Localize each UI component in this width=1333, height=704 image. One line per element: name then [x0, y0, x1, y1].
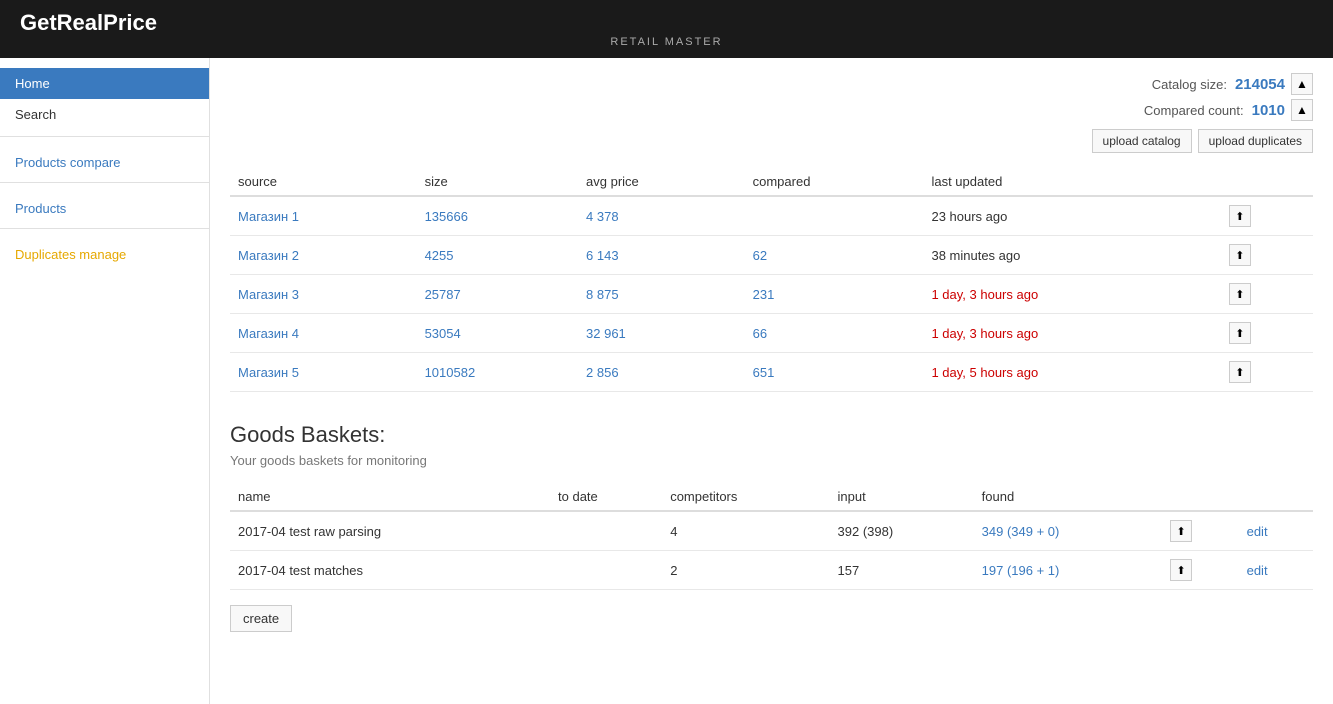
sidebar-item-search[interactable]: Search [0, 99, 209, 130]
basket-found[interactable]: 197 (196 + 1) [974, 551, 1162, 590]
col-avg-price: avg price [578, 168, 745, 196]
sidebar-divider-2 [0, 182, 209, 183]
sidebar-item-duplicates[interactable]: Duplicates manage [0, 235, 209, 268]
sidebar-divider-1 [0, 136, 209, 137]
table-row: Магазин 2 42556 1436238 minutes ago ⬆ [230, 236, 1313, 275]
app-subtitle: RETAIL MASTER [20, 36, 1313, 48]
product-size: 4255 [417, 236, 578, 275]
basket-edit-link[interactable]: edit [1247, 563, 1268, 578]
catalog-size-value: 214054 [1235, 76, 1285, 93]
create-button[interactable]: create [230, 605, 292, 632]
product-source-link[interactable]: Магазин 4 [238, 326, 299, 341]
goods-baskets-table-body: 2017-04 test raw parsing 4392 (398)349 (3… [230, 511, 1313, 590]
product-source-link[interactable]: Магазин 3 [238, 287, 299, 302]
product-upload-icon[interactable]: ⬆ [1229, 244, 1251, 266]
basket-found[interactable]: 349 (349 + 0) [974, 511, 1162, 551]
product-upload-icon[interactable]: ⬆ [1229, 205, 1251, 227]
upload-buttons: upload catalog upload duplicates [1092, 129, 1313, 153]
basket-input: 392 (398) [830, 511, 974, 551]
list-item: 2017-04 test raw parsing 4392 (398)349 (3… [230, 511, 1313, 551]
goods-baskets-title: Goods Baskets: [230, 422, 1313, 448]
basket-competitors: 2 [662, 551, 829, 590]
product-size: 135666 [417, 196, 578, 236]
goods-baskets-subtitle: Your goods baskets for monitoring [230, 453, 1313, 468]
goods-baskets-table-head: name to date competitors input found [230, 483, 1313, 511]
product-last-updated: 23 hours ago [923, 196, 1220, 236]
product-source-link[interactable]: Магазин 2 [238, 248, 299, 263]
product-upload-icon[interactable]: ⬆ [1229, 322, 1251, 344]
products-table-head: source size avg price compared last upda… [230, 168, 1313, 196]
product-last-updated: 1 day, 5 hours ago [923, 353, 1220, 392]
product-source-link[interactable]: Магазин 1 [238, 209, 299, 224]
basket-upload-icon[interactable]: ⬆ [1170, 559, 1192, 581]
col-source: source [230, 168, 417, 196]
goods-baskets-table: name to date competitors input found 201… [230, 483, 1313, 590]
gb-col-action [1162, 483, 1238, 511]
product-last-updated: 38 minutes ago [923, 236, 1220, 275]
product-source-link[interactable]: Магазин 5 [238, 365, 299, 380]
compared-count-row: Compared count: 1010 ▲ [1144, 99, 1313, 121]
gb-col-name: name [230, 483, 550, 511]
product-avg-price: 8 875 [578, 275, 745, 314]
col-size: size [417, 168, 578, 196]
product-last-updated: 1 day, 3 hours ago [923, 275, 1220, 314]
product-size: 53054 [417, 314, 578, 353]
basket-competitors: 4 [662, 511, 829, 551]
gb-col-competitors: competitors [662, 483, 829, 511]
col-action [1221, 168, 1313, 196]
product-last-updated: 1 day, 3 hours ago [923, 314, 1220, 353]
compared-count-label: Compared count: [1144, 103, 1244, 118]
gb-col-edit [1239, 483, 1313, 511]
product-compared: 62 [745, 236, 924, 275]
basket-input: 157 [830, 551, 974, 590]
catalog-size-upload-icon[interactable]: ▲ [1291, 73, 1313, 95]
product-avg-price: 6 143 [578, 236, 745, 275]
sidebar-item-home[interactable]: Home [0, 68, 209, 99]
product-compared: 651 [745, 353, 924, 392]
sidebar-item-products[interactable]: Products [0, 189, 209, 222]
basket-name: 2017-04 test raw parsing [230, 511, 550, 551]
app-header: GetRealPrice RETAIL MASTER [0, 0, 1333, 58]
basket-to-date [550, 551, 662, 590]
col-compared: compared [745, 168, 924, 196]
compared-count-upload-icon[interactable]: ▲ [1291, 99, 1313, 121]
sidebar-divider-3 [0, 228, 209, 229]
products-compare-table: source size avg price compared last upda… [230, 168, 1313, 392]
compared-count-value: 1010 [1252, 102, 1285, 119]
catalog-size-row: Catalog size: 214054 ▲ [1152, 73, 1313, 95]
product-upload-icon[interactable]: ⬆ [1229, 283, 1251, 305]
main-content: Catalog size: 214054 ▲ Compared count: 1… [210, 58, 1333, 704]
product-compared: 231 [745, 275, 924, 314]
products-table-body: Магазин 11356664 37823 hours ago⬆Магазин… [230, 196, 1313, 392]
app-title: GetRealPrice [20, 10, 1313, 36]
upload-duplicates-button[interactable]: upload duplicates [1198, 129, 1313, 153]
basket-name: 2017-04 test matches [230, 551, 550, 590]
product-compared [745, 196, 924, 236]
gb-col-input: input [830, 483, 974, 511]
gb-col-to-date: to date [550, 483, 662, 511]
catalog-size-label: Catalog size: [1152, 77, 1227, 92]
product-avg-price: 4 378 [578, 196, 745, 236]
gb-col-found: found [974, 483, 1162, 511]
basket-edit-link[interactable]: edit [1247, 524, 1268, 539]
list-item: 2017-04 test matches 2157197 (196 + 1) ⬆ ed… [230, 551, 1313, 590]
product-compared: 66 [745, 314, 924, 353]
table-row: Магазин 3 257878 8752311 day, 3 hours ago… [230, 275, 1313, 314]
col-last-updated: last updated [923, 168, 1220, 196]
table-row: Магазин 1 1356664 378 23 hours ago ⬆ [230, 196, 1313, 236]
sidebar-item-products-compare[interactable]: Products compare [0, 143, 209, 176]
basket-upload-icon[interactable]: ⬆ [1170, 520, 1192, 542]
product-avg-price: 32 961 [578, 314, 745, 353]
basket-to-date [550, 511, 662, 551]
goods-baskets-section: Goods Baskets: Your goods baskets for mo… [230, 422, 1313, 632]
product-size: 25787 [417, 275, 578, 314]
upload-catalog-button[interactable]: upload catalog [1092, 129, 1192, 153]
product-avg-price: 2 856 [578, 353, 745, 392]
stats-bar: Catalog size: 214054 ▲ Compared count: 1… [230, 73, 1313, 153]
table-row: Магазин 4 5305432 961661 day, 3 hours ago… [230, 314, 1313, 353]
sidebar: Home Search Products compare Products Du… [0, 58, 210, 704]
table-row: Магазин 5 10105822 8566511 day, 5 hours a… [230, 353, 1313, 392]
product-size: 1010582 [417, 353, 578, 392]
product-upload-icon[interactable]: ⬆ [1229, 361, 1251, 383]
